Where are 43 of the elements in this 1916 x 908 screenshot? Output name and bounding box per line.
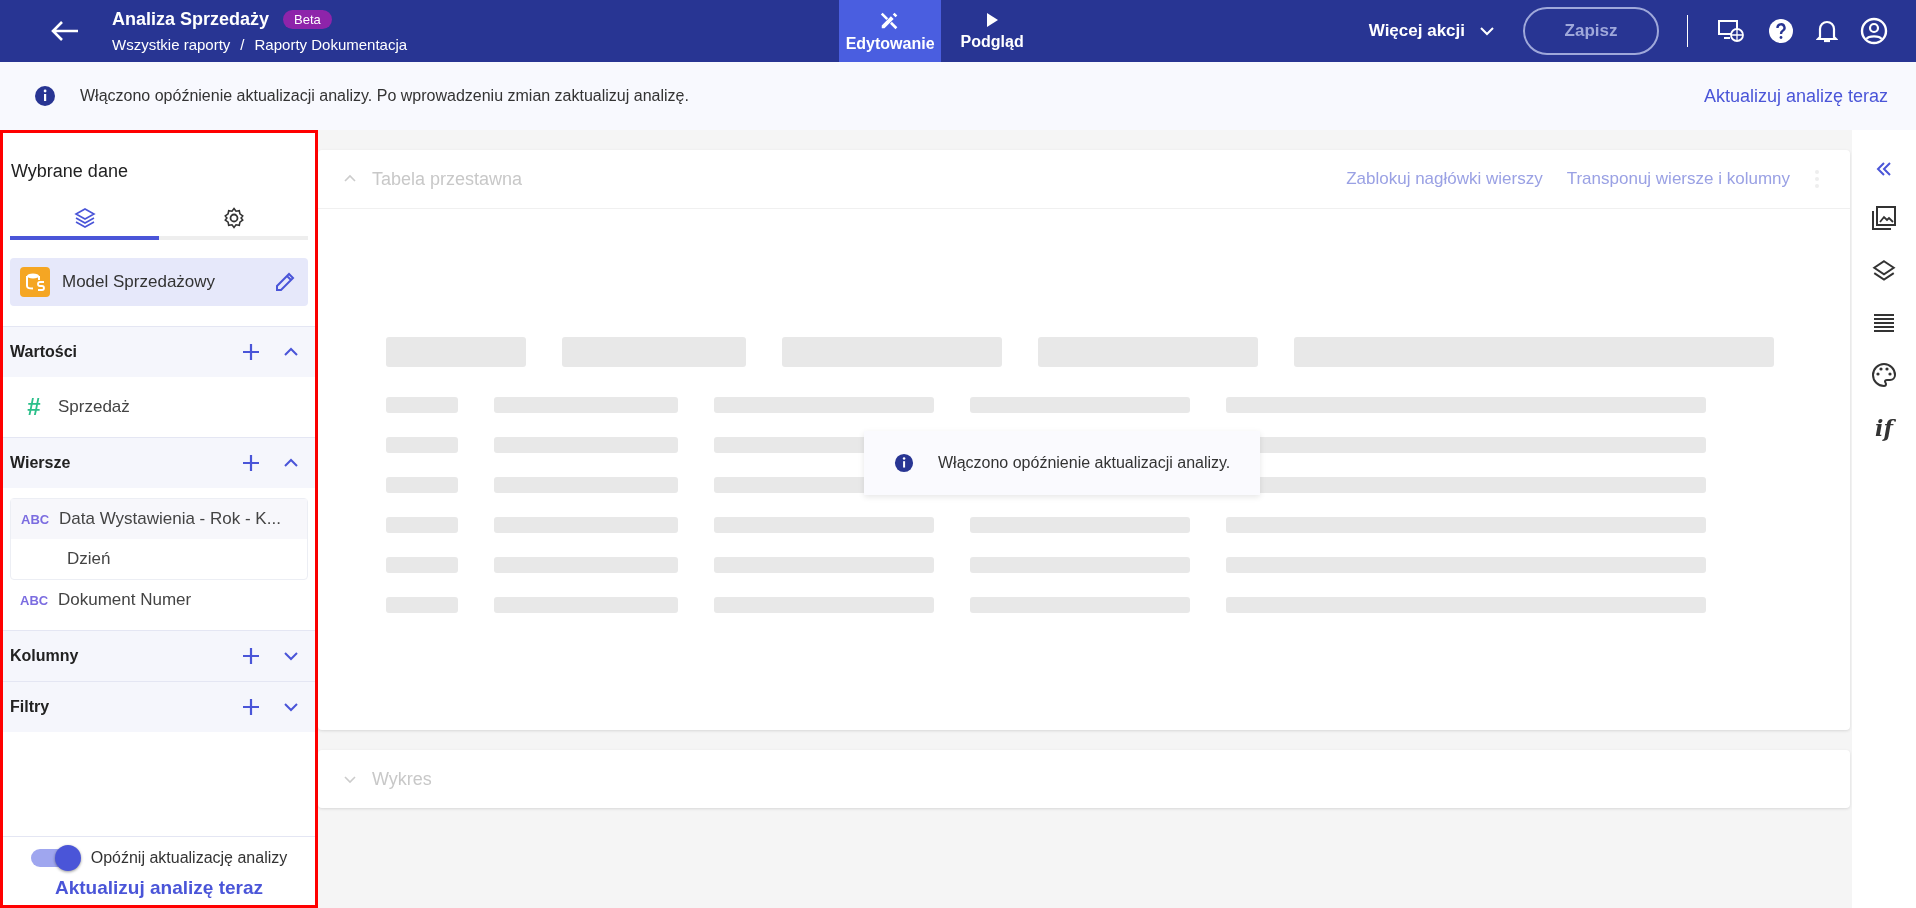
breadcrumb-link[interactable]: Wszystkie raporty (112, 36, 231, 53)
mode-tab[interactable]: Podgląd (941, 0, 1044, 62)
lines-icon[interactable] (1872, 311, 1896, 335)
bell-icon[interactable] (1816, 18, 1838, 44)
layers-icon (72, 206, 97, 230)
settings-icon (221, 206, 246, 230)
account-icon[interactable] (1860, 17, 1888, 45)
panel-title: Wybrane dane (10, 160, 129, 182)
palette-icon[interactable] (1871, 362, 1897, 388)
database-icon (20, 267, 50, 297)
toast-message: Włączono opóźnienie aktualizacji analizy. (938, 454, 1231, 472)
toggle-label: Opóźnij aktualizację analizy (90, 849, 288, 867)
report-title: Analiza Sprzedaży (112, 9, 270, 30)
help-icon[interactable] (1768, 18, 1794, 44)
info-icon (894, 453, 914, 473)
mode-tab[interactable]: Edytowanie (839, 0, 942, 62)
add-icon[interactable] (241, 646, 261, 666)
section-title: Wartości (10, 343, 78, 361)
chevron-down-icon (1479, 26, 1495, 36)
banner-message: Włączono opóźnienie aktualizacji analizy. Po wprowadzeniu zmian zaktualizuj analizę. (80, 87, 689, 105)
add-icon[interactable] (241, 453, 261, 473)
add-icon[interactable] (241, 697, 261, 717)
beta-badge: Beta (283, 10, 332, 29)
more-actions-button[interactable]: Więcej akcji (1362, 20, 1501, 42)
data-model-card[interactable]: Model Sprzedażowy (10, 258, 308, 306)
info-icon (34, 85, 56, 107)
field-item[interactable]: ABC Data Wystawienia - Rok - K... (11, 499, 307, 539)
section-title: Filtry (10, 698, 51, 716)
field-item[interactable]: # Sprzedaż (10, 387, 308, 427)
section-title: Wiersze (10, 454, 72, 472)
field-level-item[interactable]: Dzień (11, 539, 307, 579)
update-now-link[interactable]: Aktualizuj analizę teraz (55, 877, 263, 899)
field-item[interactable]: ABC Dokument Numer (10, 580, 308, 620)
collapse-icon[interactable] (1875, 160, 1893, 178)
add-icon[interactable] (241, 342, 261, 362)
section-title: Kolumny (10, 647, 80, 665)
model-name: Model Sprzedażowy (62, 272, 217, 292)
edit-pencil-icon[interactable] (274, 271, 296, 293)
image-gallery-icon[interactable] (1871, 205, 1897, 231)
monitor-globe-icon[interactable] (1716, 18, 1746, 44)
breadcrumb-separator: / (240, 36, 245, 53)
update-now-link[interactable]: Aktualizuj analizę teraz (1703, 85, 1888, 107)
breadcrumb-link[interactable]: Raporty Dokumentacja (254, 36, 408, 53)
